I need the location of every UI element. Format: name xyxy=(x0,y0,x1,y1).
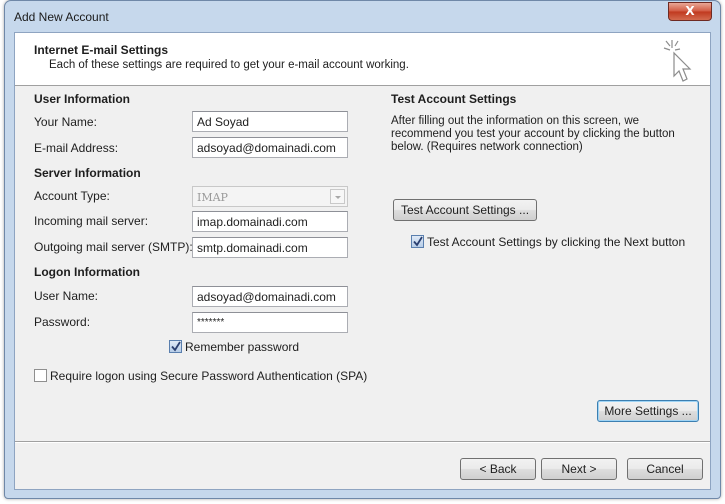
remember-password-label: Remember password xyxy=(185,340,300,354)
test-description-line-2: recommend you test your account by click… xyxy=(391,128,675,140)
test-description-line-1: After filling out the information on thi… xyxy=(391,115,640,127)
test-description-line-3: below. (Requires network connection) xyxy=(391,141,583,153)
back-button[interactable]: < Back xyxy=(460,458,536,480)
your-name-label: Your Name: xyxy=(34,115,97,129)
test-account-settings-button[interactable]: Test Account Settings ... xyxy=(393,199,537,221)
remember-password-checkbox[interactable] xyxy=(169,340,182,353)
window-title: Add New Account xyxy=(14,10,109,24)
add-account-dialog: Add New Account X Internet E-mail Settin… xyxy=(4,0,721,499)
server-info-heading: Server Information xyxy=(34,166,141,180)
account-type-label: Account Type: xyxy=(34,189,110,203)
account-type-select: IMAP xyxy=(192,186,348,207)
test-on-next-label: Test Account Settings by clicking the Ne… xyxy=(427,235,686,249)
logon-info-heading: Logon Information xyxy=(34,265,140,279)
user-name-label: User Name: xyxy=(34,289,99,303)
your-name-input[interactable]: Ad Soyad xyxy=(192,111,348,132)
user-name-input[interactable]: adsoyad@domainadi.com xyxy=(192,286,348,307)
outgoing-server-input[interactable]: smtp.domainadi.com xyxy=(192,237,348,258)
footer-separator xyxy=(15,441,710,443)
dialog-header: Internet E-mail Settings Each of these s… xyxy=(15,33,710,86)
test-settings-heading: Test Account Settings xyxy=(391,92,517,106)
cancel-button[interactable]: Cancel xyxy=(627,458,703,480)
spa-checkbox[interactable] xyxy=(34,369,47,382)
next-button[interactable]: Next > xyxy=(541,458,617,480)
password-label: Password: xyxy=(34,315,91,329)
header-subtitle: Each of these settings are required to g… xyxy=(49,59,409,71)
cursor-sparkle-icon xyxy=(663,40,692,82)
incoming-server-input[interactable]: imap.domainadi.com xyxy=(192,211,348,232)
checkmark-icon xyxy=(413,236,423,247)
dialog-content: Internet E-mail Settings Each of these s… xyxy=(14,32,711,490)
user-info-heading: User Information xyxy=(34,92,131,106)
more-settings-button[interactable]: More Settings ... xyxy=(597,400,699,422)
chevron-down-icon xyxy=(330,189,345,204)
password-input[interactable]: ******* xyxy=(192,312,348,333)
header-title: Internet E-mail Settings xyxy=(34,43,169,57)
email-address-input[interactable]: adsoyad@domainadi.com xyxy=(192,137,348,158)
close-button[interactable]: X xyxy=(668,2,712,21)
checkmark-icon xyxy=(171,341,181,352)
spa-label: Require logon using Secure Password Auth… xyxy=(50,369,368,383)
email-address-label: E-mail Address: xyxy=(34,141,119,155)
incoming-server-label: Incoming mail server: xyxy=(34,214,149,228)
outgoing-server-label: Outgoing mail server (SMTP): xyxy=(34,240,193,254)
account-type-value: IMAP xyxy=(197,191,228,204)
test-on-next-checkbox[interactable] xyxy=(411,235,424,248)
